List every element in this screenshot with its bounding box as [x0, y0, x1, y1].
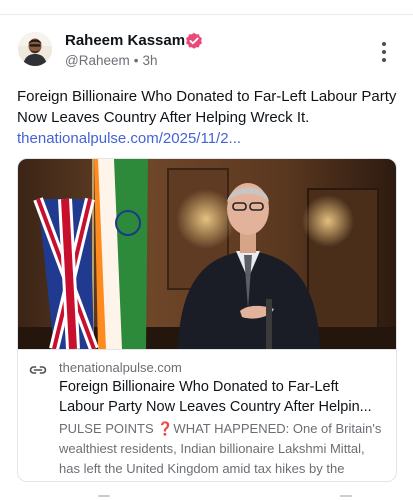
- author-avatar[interactable]: [18, 32, 52, 66]
- link-preview-domain: thenationalpulse.com: [59, 360, 182, 375]
- action-bar-hint: [0, 493, 413, 500]
- link-preview-title-line: Foreign Billionaire Who Donated to Far-L…: [59, 379, 339, 395]
- post-text: Foreign Billionaire Who Donated to Far-L…: [17, 88, 397, 126]
- link-preview-card[interactable]: thenationalpulse.com Foreign Billionaire…: [17, 158, 397, 482]
- link-preview-title: Foreign Billionaire Who Donated to Far-L…: [59, 377, 393, 417]
- share-icon: [340, 495, 352, 497]
- more-vertical-icon: [382, 42, 386, 46]
- post-header: Raheem Kassam @Raheem • 3h: [18, 32, 398, 72]
- link-preview-description-line: PULSE POINTS ❓WHAT HAPPENED: One of Brit…: [59, 421, 382, 436]
- author-name[interactable]: Raheem Kassam: [65, 32, 185, 49]
- more-vertical-icon: [382, 50, 386, 54]
- author-handle[interactable]: @Raheem: [65, 53, 130, 68]
- dot-separator: •: [133, 53, 139, 68]
- link-preview-image: [18, 159, 396, 349]
- post-link[interactable]: thenationalpulse.com/2025/11/2...: [17, 128, 397, 149]
- link-preview-description-line: has left the United Kingdom amid tax hik…: [59, 461, 345, 476]
- post-time[interactable]: 3h: [142, 53, 157, 68]
- link-preview-title-line: Labour Party Now Leaves Country After He…: [59, 399, 372, 415]
- verified-badge-icon: [185, 32, 203, 50]
- link-preview-description: PULSE POINTS ❓WHAT HAPPENED: One of Brit…: [59, 419, 393, 479]
- reply-icon: [98, 495, 110, 497]
- link-preview-body: thenationalpulse.com Foreign Billionaire…: [18, 349, 396, 481]
- post-body: Foreign Billionaire Who Donated to Far-L…: [17, 86, 397, 149]
- link-chain-icon: [29, 361, 47, 379]
- handle-line: @Raheem • 3h: [65, 53, 158, 68]
- more-vertical-icon: [382, 58, 386, 62]
- link-preview-description-line: wealthiest residents, Indian billionaire…: [59, 441, 365, 456]
- more-options-button[interactable]: [372, 39, 396, 65]
- top-divider: [0, 14, 413, 15]
